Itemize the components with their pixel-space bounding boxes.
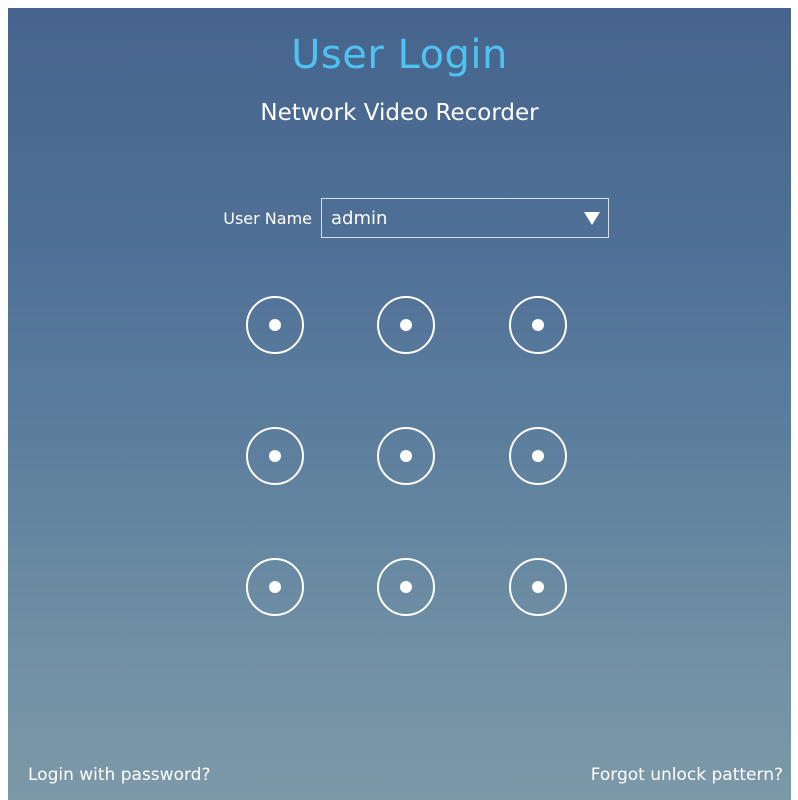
pattern-node-5[interactable]	[377, 427, 435, 485]
pattern-node-9[interactable]	[509, 558, 567, 616]
pattern-node-2[interactable]	[377, 296, 435, 354]
login-with-password-link[interactable]: Login with password?	[28, 765, 210, 785]
pattern-node-6[interactable]	[509, 427, 567, 485]
pattern-node-4[interactable]	[246, 427, 304, 485]
pattern-node-1[interactable]	[246, 296, 304, 354]
forgot-pattern-link[interactable]: Forgot unlock pattern?	[591, 765, 783, 785]
unlock-pattern-grid	[8, 8, 791, 800]
pattern-node-8[interactable]	[377, 558, 435, 616]
pattern-node-7[interactable]	[246, 558, 304, 616]
login-screen: User Login Network Video Recorder User N…	[8, 8, 791, 800]
pattern-node-3[interactable]	[509, 296, 567, 354]
